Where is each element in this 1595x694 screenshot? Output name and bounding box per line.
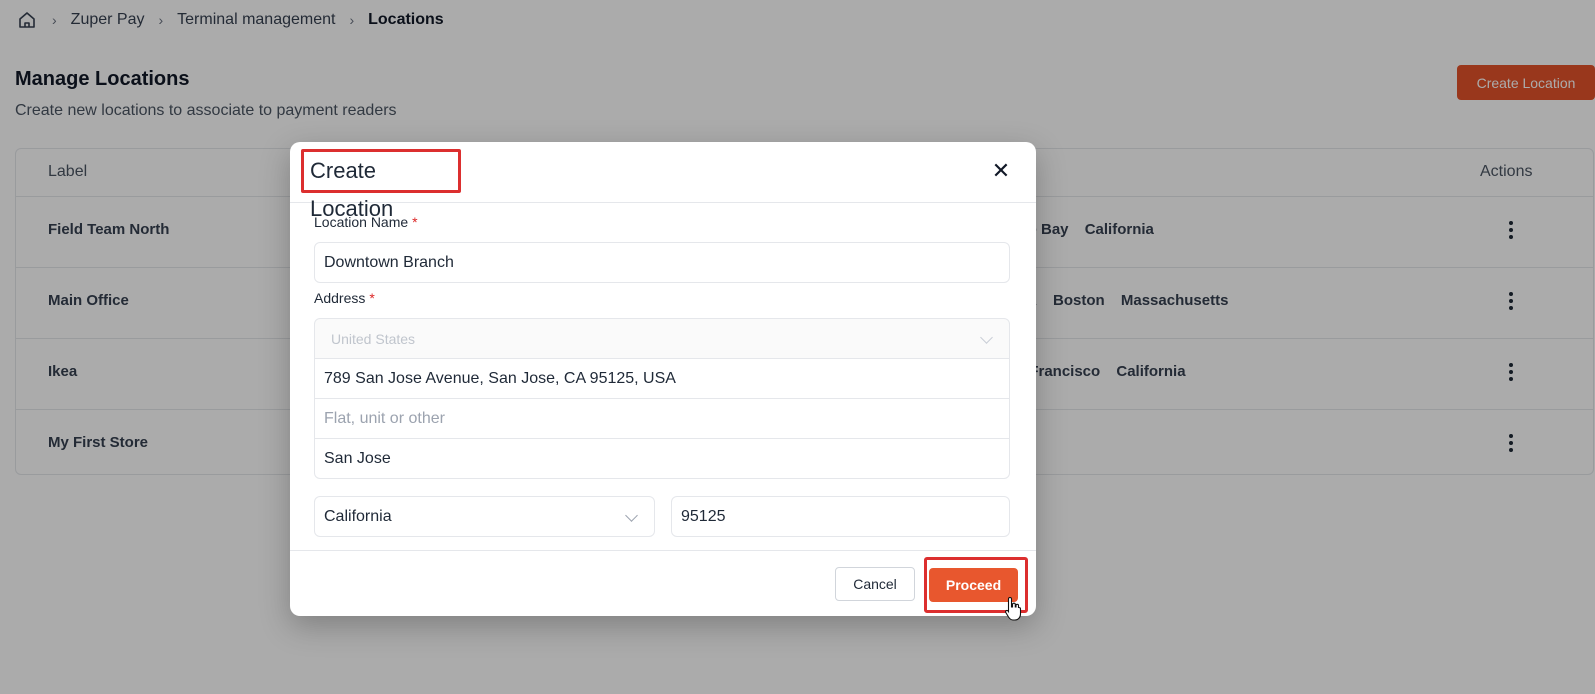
dialog-header: Create Location ✕	[290, 142, 1036, 221]
unit-input[interactable]: Flat, unit or other	[314, 398, 1010, 439]
state-select[interactable]: California	[314, 496, 655, 537]
zip-code-input[interactable]: 95125	[671, 496, 1010, 537]
city-input[interactable]: San Jose	[314, 438, 1010, 479]
country-select-value: United States	[331, 330, 416, 347]
country-select[interactable]: United States	[314, 318, 1010, 359]
required-marker: *	[412, 214, 418, 230]
dialog-footer-divider	[290, 550, 1036, 551]
street-address-input[interactable]: 789 San Jose Avenue, San Jose, CA 95125,…	[314, 358, 1010, 399]
address-label-text: Address	[314, 290, 366, 306]
required-marker: *	[369, 290, 375, 306]
location-name-input[interactable]: Downtown Branch	[314, 242, 1010, 283]
close-icon[interactable]: ✕	[990, 160, 1012, 182]
chevron-down-icon	[625, 509, 638, 522]
cancel-button[interactable]: Cancel	[835, 567, 915, 601]
address-label: Address *	[314, 290, 375, 306]
location-name-label: Location Name *	[314, 214, 418, 230]
location-name-label-text: Location Name	[314, 214, 409, 230]
state-select-value: California	[324, 507, 392, 525]
dialog-title: Create Location	[301, 149, 461, 221]
page: › Zuper Pay › Terminal management › Loca…	[0, 0, 1595, 694]
create-location-dialog: Create Location ✕ Location Name * Downtow…	[290, 142, 1036, 616]
hand-pointer-icon	[1005, 596, 1022, 621]
chevron-down-icon	[980, 331, 993, 344]
